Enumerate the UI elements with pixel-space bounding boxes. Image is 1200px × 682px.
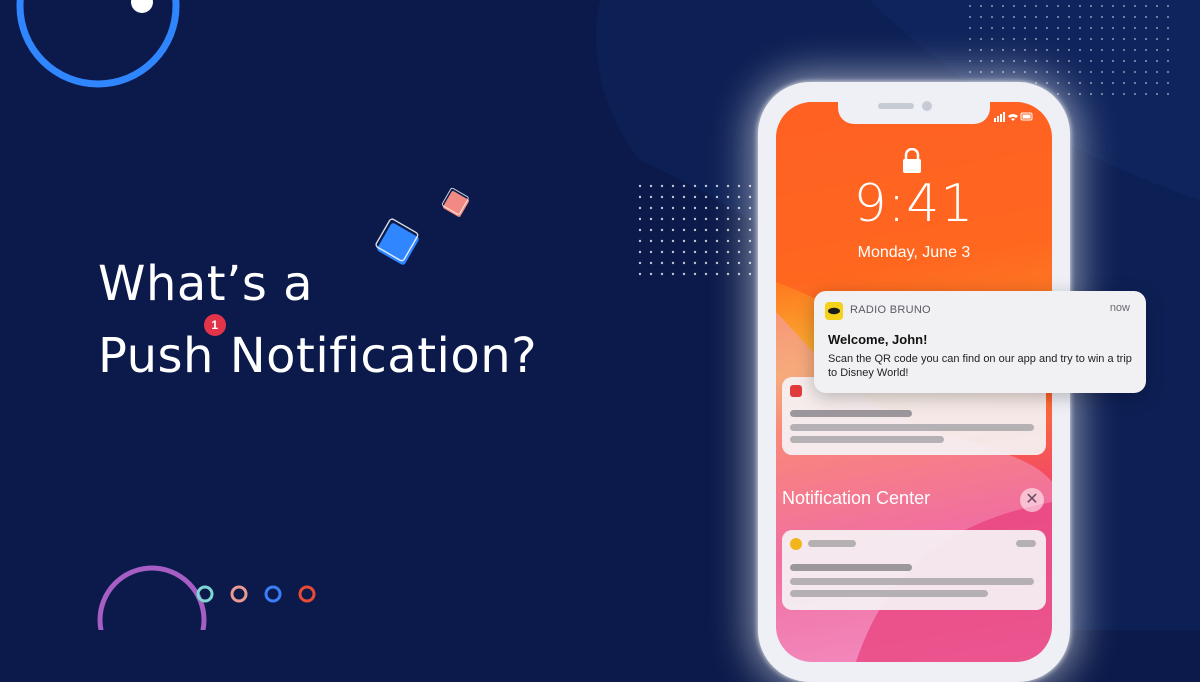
headline-push-word: Push 1 [98,314,226,392]
app-icon [790,385,802,397]
push-notification[interactable]: RADIO BRUNO now Welcome, John! Scan the … [814,291,1146,393]
lock-screen-date: Monday, June 3 [857,244,971,261]
status-bar [994,112,1034,125]
headline-line-2: Push 1 Notification? [98,314,538,392]
close-icon[interactable]: ✕ [1020,488,1044,512]
notification-word: Notification? [229,328,538,384]
notification-center-title: Notification Center [782,488,931,508]
phone-camera [922,101,932,111]
notification-app-name: RADIO BRUNO [850,304,931,316]
phone-notch [838,102,990,124]
notification-card-placeholder-2[interactable] [782,530,1046,610]
phone-speaker [878,103,914,109]
notification-title: Welcome, John! [828,332,928,347]
notification-time: now [1109,302,1130,314]
notification-body: Scan the QR code you can find on our app… [828,353,1132,379]
lock-icon [903,148,921,173]
radio-bruno-logo-icon [825,302,843,320]
push-word: Push [98,328,214,384]
lock-screen-time: 9:41 [853,174,975,234]
headline-line-1: What’s a [98,256,314,312]
notification-badge: 1 [203,314,226,336]
app-icon [790,538,802,550]
headline: What’s a Push 1 Notification? [98,248,537,392]
signal-wifi-battery-icon [994,112,1033,122]
